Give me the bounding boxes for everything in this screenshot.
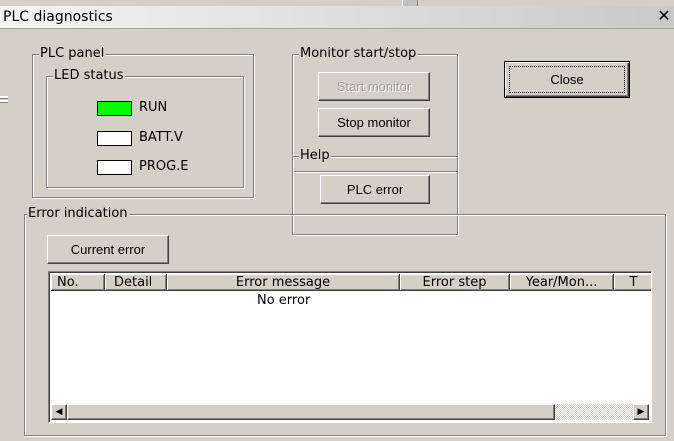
led-run-indicator <box>97 101 132 116</box>
focus-rectangle <box>509 66 625 93</box>
plc-diagnostics-dialog: PLC diagnostics ✕ PLC panel LED status R… <box>0 0 674 441</box>
help-group-label: Help <box>299 148 331 164</box>
error-list[interactable]: No. Detail Error message Error step Year… <box>48 271 652 423</box>
close-icon[interactable]: ✕ <box>656 8 672 24</box>
title-bar[interactable]: PLC diagnostics ✕ <box>0 6 674 29</box>
list-item[interactable]: No error <box>51 293 651 309</box>
error-list-header: No. Detail Error message Error step Year… <box>51 274 651 292</box>
led-status-label: LED status <box>53 68 125 84</box>
led-prog-e-indicator <box>97 160 132 175</box>
column-header-no[interactable]: No. <box>51 274 105 291</box>
plc-panel-label: PLC panel <box>39 46 106 62</box>
led-run-label: RUN <box>139 100 168 115</box>
scrollbar-track[interactable] <box>555 404 633 420</box>
plc-error-button[interactable]: PLC error <box>320 175 430 204</box>
led-batt-v-indicator <box>97 131 132 146</box>
error-indication-label: Error indication <box>27 206 129 222</box>
close-button[interactable]: Close <box>504 61 630 98</box>
monitor-group-label: Monitor start/stop <box>299 46 418 62</box>
window-title: PLC diagnostics <box>3 9 113 25</box>
led-prog-e-label: PROG.E <box>139 159 189 174</box>
scrollbar-thumb[interactable] <box>67 404 555 420</box>
led-status-group: LED status RUN BATT.V PROG.E <box>46 68 244 188</box>
start-monitor-button[interactable]: Start monitor <box>318 72 430 101</box>
led-batt-v-label: BATT.V <box>139 130 183 145</box>
current-error-button[interactable]: Current error <box>47 235 169 264</box>
column-header-error-message[interactable]: Error message <box>167 274 400 291</box>
dialog-client-area: PLC panel LED status RUN BATT.V PROG.E M… <box>8 29 674 441</box>
error-message-cell: No error <box>257 293 311 308</box>
plc-panel-group: PLC panel LED status RUN BATT.V PROG.E <box>32 46 254 198</box>
column-header-detail[interactable]: Detail <box>105 274 167 291</box>
column-header-year-month[interactable]: Year/Mon... <box>510 274 614 291</box>
scroll-left-arrow-icon[interactable]: ◀ <box>51 404 67 420</box>
stop-monitor-button[interactable]: Stop monitor <box>318 108 430 137</box>
column-header-time[interactable]: T <box>614 274 651 291</box>
column-header-error-step[interactable]: Error step <box>400 274 510 291</box>
scroll-right-arrow-icon[interactable]: ▶ <box>633 404 649 420</box>
horizontal-scrollbar[interactable]: ◀ ▶ <box>51 404 649 420</box>
